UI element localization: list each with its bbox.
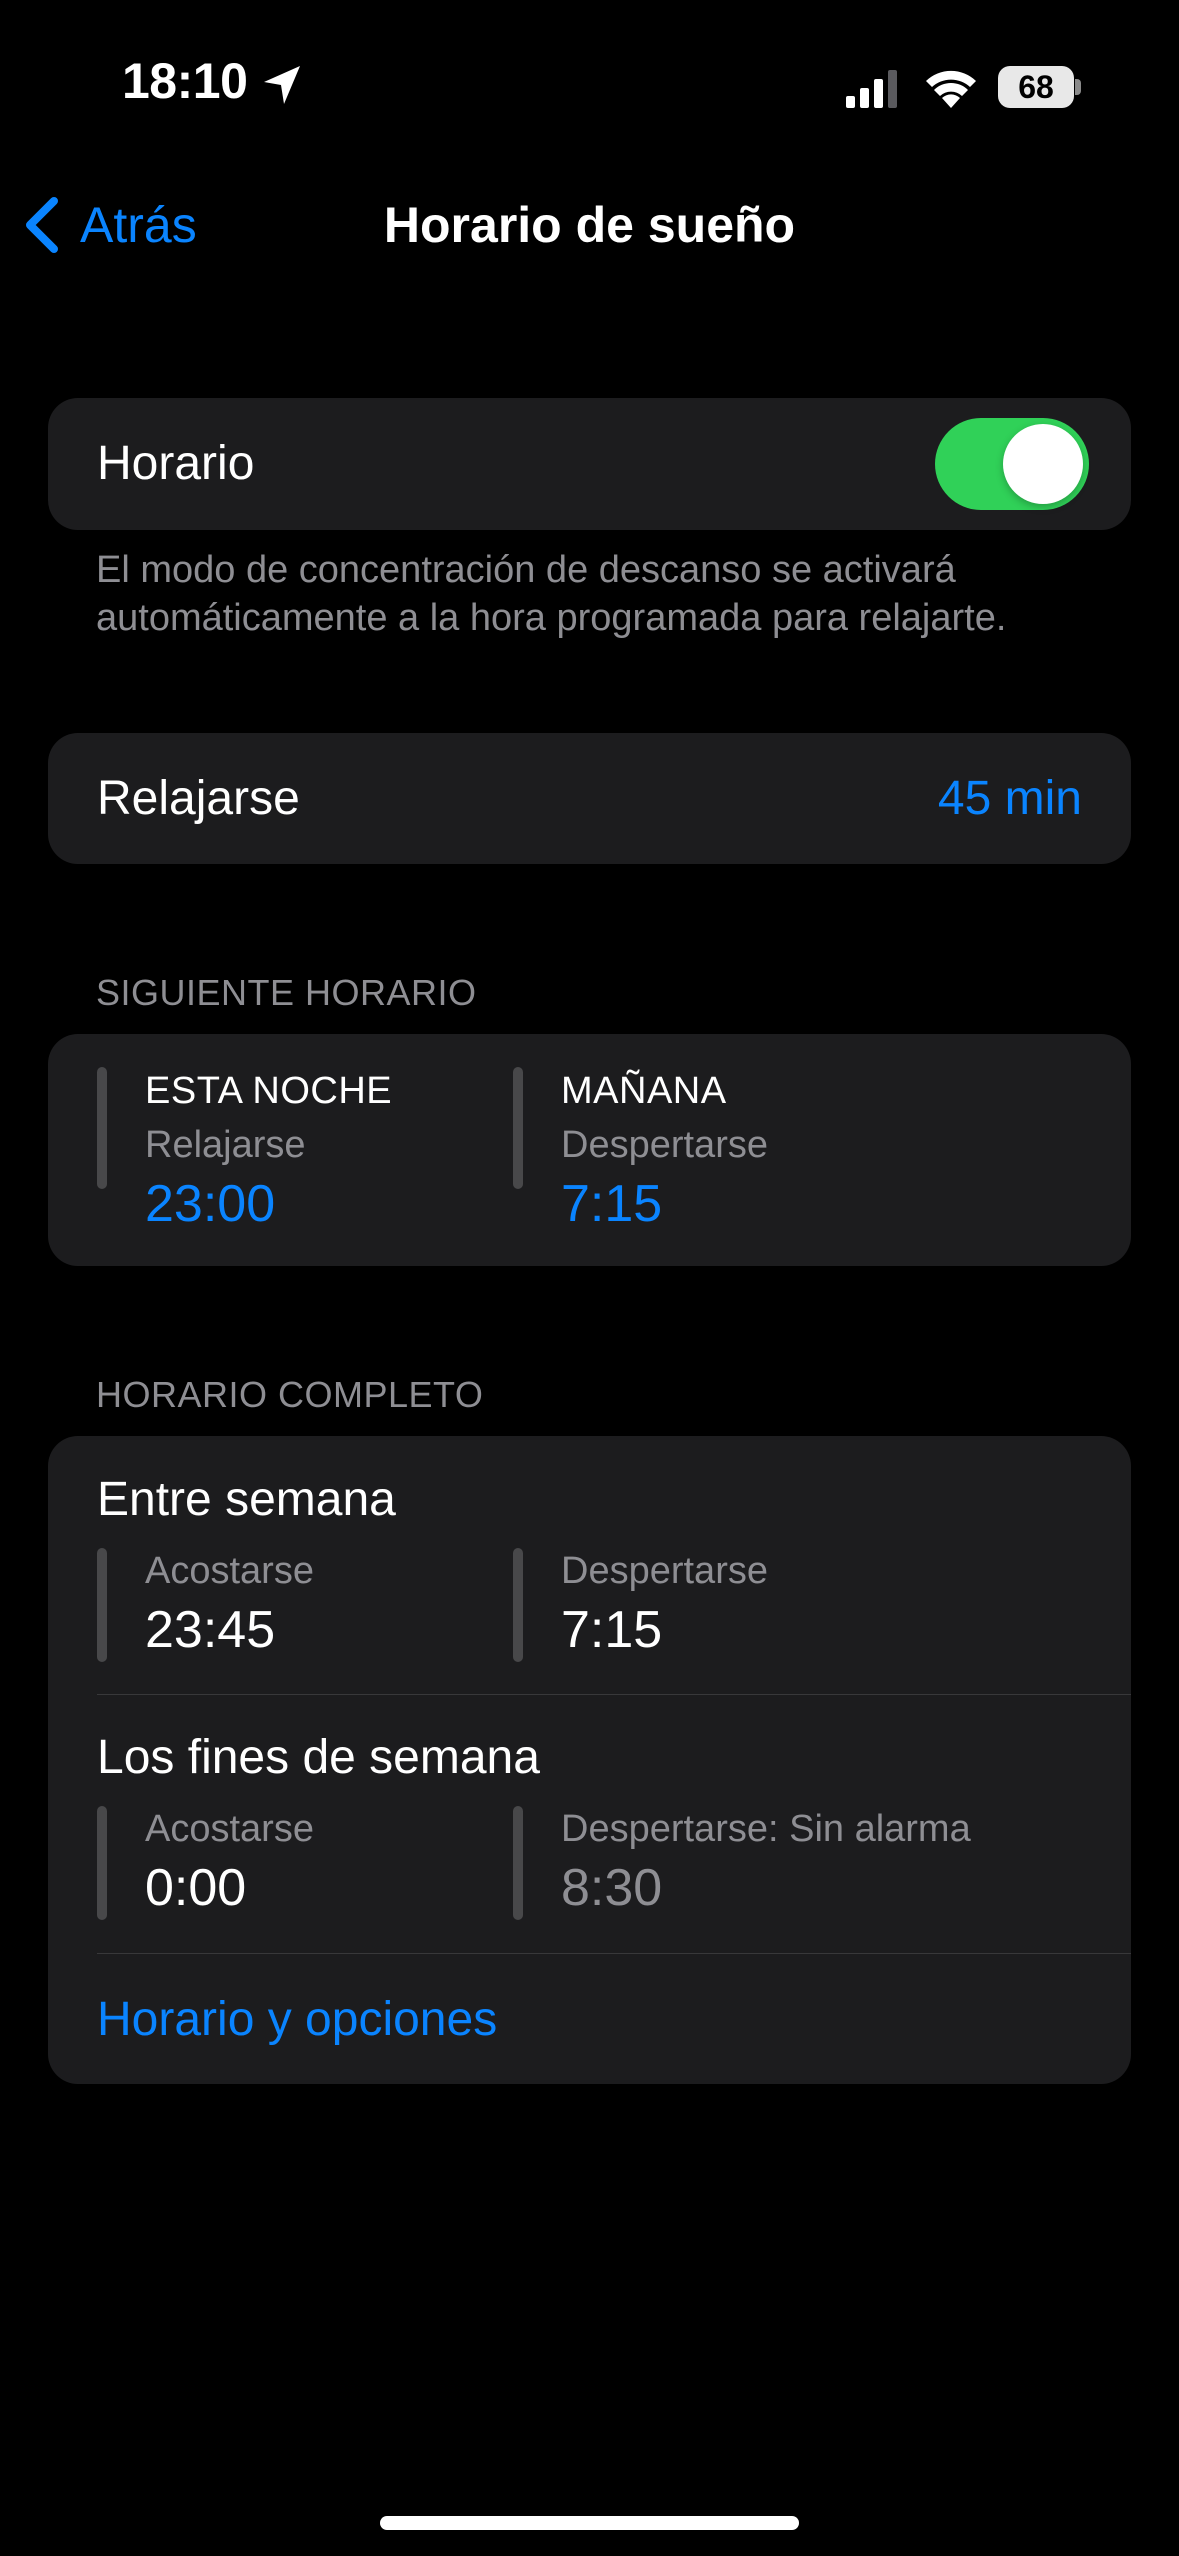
tomorrow-bar	[513, 1067, 523, 1189]
tomorrow-time: 7:15	[561, 1175, 663, 1233]
schedule-label: Horario	[97, 437, 255, 490]
wifi-icon	[926, 70, 976, 108]
weekends-wake: 8:30	[561, 1859, 663, 1917]
full-schedule-card: Entre semana Acostarse 23:45 Despertarse…	[48, 1436, 1131, 2084]
next-schedule-header: SIGUIENTE HORARIO	[96, 972, 477, 1013]
wind-down-label: Relajarse	[97, 772, 300, 825]
page-title: Horario de sueño	[383, 197, 796, 253]
weekends-wake-bar	[513, 1806, 523, 1920]
battery-level: 68	[1018, 69, 1054, 105]
tomorrow-title: MAÑANA	[561, 1070, 727, 1112]
battery-icon: 68	[998, 66, 1082, 108]
weekdays-wake-label: Despertarse	[561, 1550, 768, 1592]
tonight-time: 23:00	[145, 1175, 276, 1233]
full-schedule-header: HORARIO COMPLETO	[96, 1374, 484, 1415]
weekdays-title: Entre semana	[97, 1473, 396, 1526]
wind-down-row[interactable]: Relajarse 45 min	[48, 733, 1131, 864]
weekdays-wake: 7:15	[561, 1601, 663, 1659]
status-time: 18:10	[122, 53, 248, 109]
tonight-bar	[97, 1067, 107, 1189]
weekdays-wake-bar	[513, 1548, 523, 1662]
schedule-toggle-card: Horario	[48, 398, 1131, 530]
schedule-toggle[interactable]	[935, 418, 1089, 510]
tonight-subtitle: Relajarse	[145, 1124, 306, 1166]
cellular-signal-icon	[846, 70, 897, 108]
weekends-title: Los fines de semana	[97, 1731, 540, 1784]
weekdays-bedtime: 23:45	[145, 1601, 276, 1659]
divider	[97, 1953, 1131, 1954]
weekdays-row[interactable]: Entre semana Acostarse 23:45 Despertarse…	[48, 1436, 1131, 1694]
weekdays-bedtime-bar	[97, 1548, 107, 1662]
weekends-wake-label: Despertarse: Sin alarma	[561, 1808, 971, 1850]
next-schedule-card[interactable]: ESTA NOCHE Relajarse 23:00 MAÑANA Desper…	[48, 1034, 1131, 1266]
toggle-knob	[1003, 424, 1083, 504]
schedule-options-link[interactable]: Horario y opciones	[97, 1992, 497, 2047]
schedule-footnote: El modo de concentración de descanso se …	[96, 549, 1007, 639]
weekends-bedtime: 0:00	[145, 1859, 247, 1917]
wind-down-value: 45 min	[937, 772, 1082, 825]
weekends-row[interactable]: Los fines de semana Acostarse 0:00 Despe…	[48, 1695, 1131, 1953]
weekdays-bedtime-label: Acostarse	[145, 1550, 314, 1592]
tomorrow-subtitle: Despertarse	[561, 1124, 768, 1166]
weekends-bedtime-label: Acostarse	[145, 1808, 314, 1850]
weekends-bedtime-bar	[97, 1806, 107, 1920]
location-arrow-icon	[264, 66, 300, 104]
home-indicator[interactable]	[380, 2516, 799, 2530]
tonight-title: ESTA NOCHE	[145, 1070, 393, 1112]
